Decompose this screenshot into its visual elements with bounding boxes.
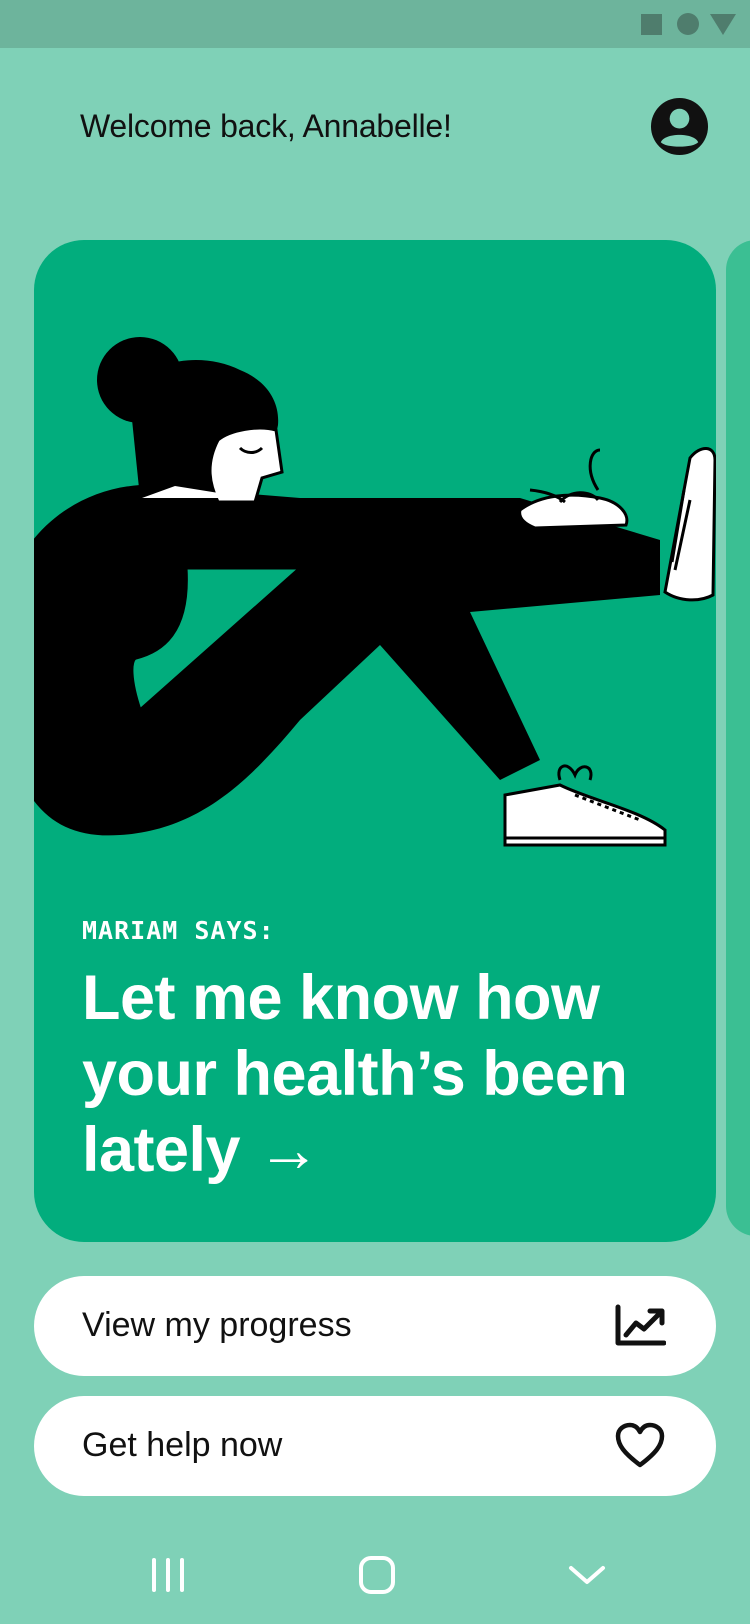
heart-icon (615, 1422, 665, 1468)
welcome-greeting: Welcome back, Annabelle! (80, 108, 452, 144)
get-help-button[interactable]: Get help now (34, 1396, 716, 1496)
recent-apps-icon[interactable] (138, 1550, 198, 1600)
view-progress-button[interactable]: View my progress (34, 1276, 716, 1376)
stop-square-icon (641, 14, 662, 35)
woman-stretching-illustration (34, 337, 716, 847)
user-avatar-icon[interactable] (650, 97, 709, 156)
chart-line-icon (615, 1304, 666, 1346)
home-icon[interactable] (347, 1550, 407, 1600)
status-bar (0, 0, 750, 48)
view-progress-label: View my progress (82, 1306, 352, 1344)
card-label: MARIAM SAYS: (82, 916, 275, 945)
back-chevron-icon[interactable] (557, 1550, 617, 1600)
system-nav-bar (0, 1530, 750, 1624)
next-card-peek[interactable] (726, 240, 750, 1236)
mariam-prompt-card[interactable]: MARIAM SAYS: Let me know how your health… (34, 240, 716, 1242)
signal-triangle-icon (710, 14, 736, 35)
record-circle-icon (677, 13, 699, 35)
card-title[interactable]: Let me know how your health’s been latel… (82, 960, 692, 1188)
get-help-label: Get help now (82, 1426, 283, 1464)
